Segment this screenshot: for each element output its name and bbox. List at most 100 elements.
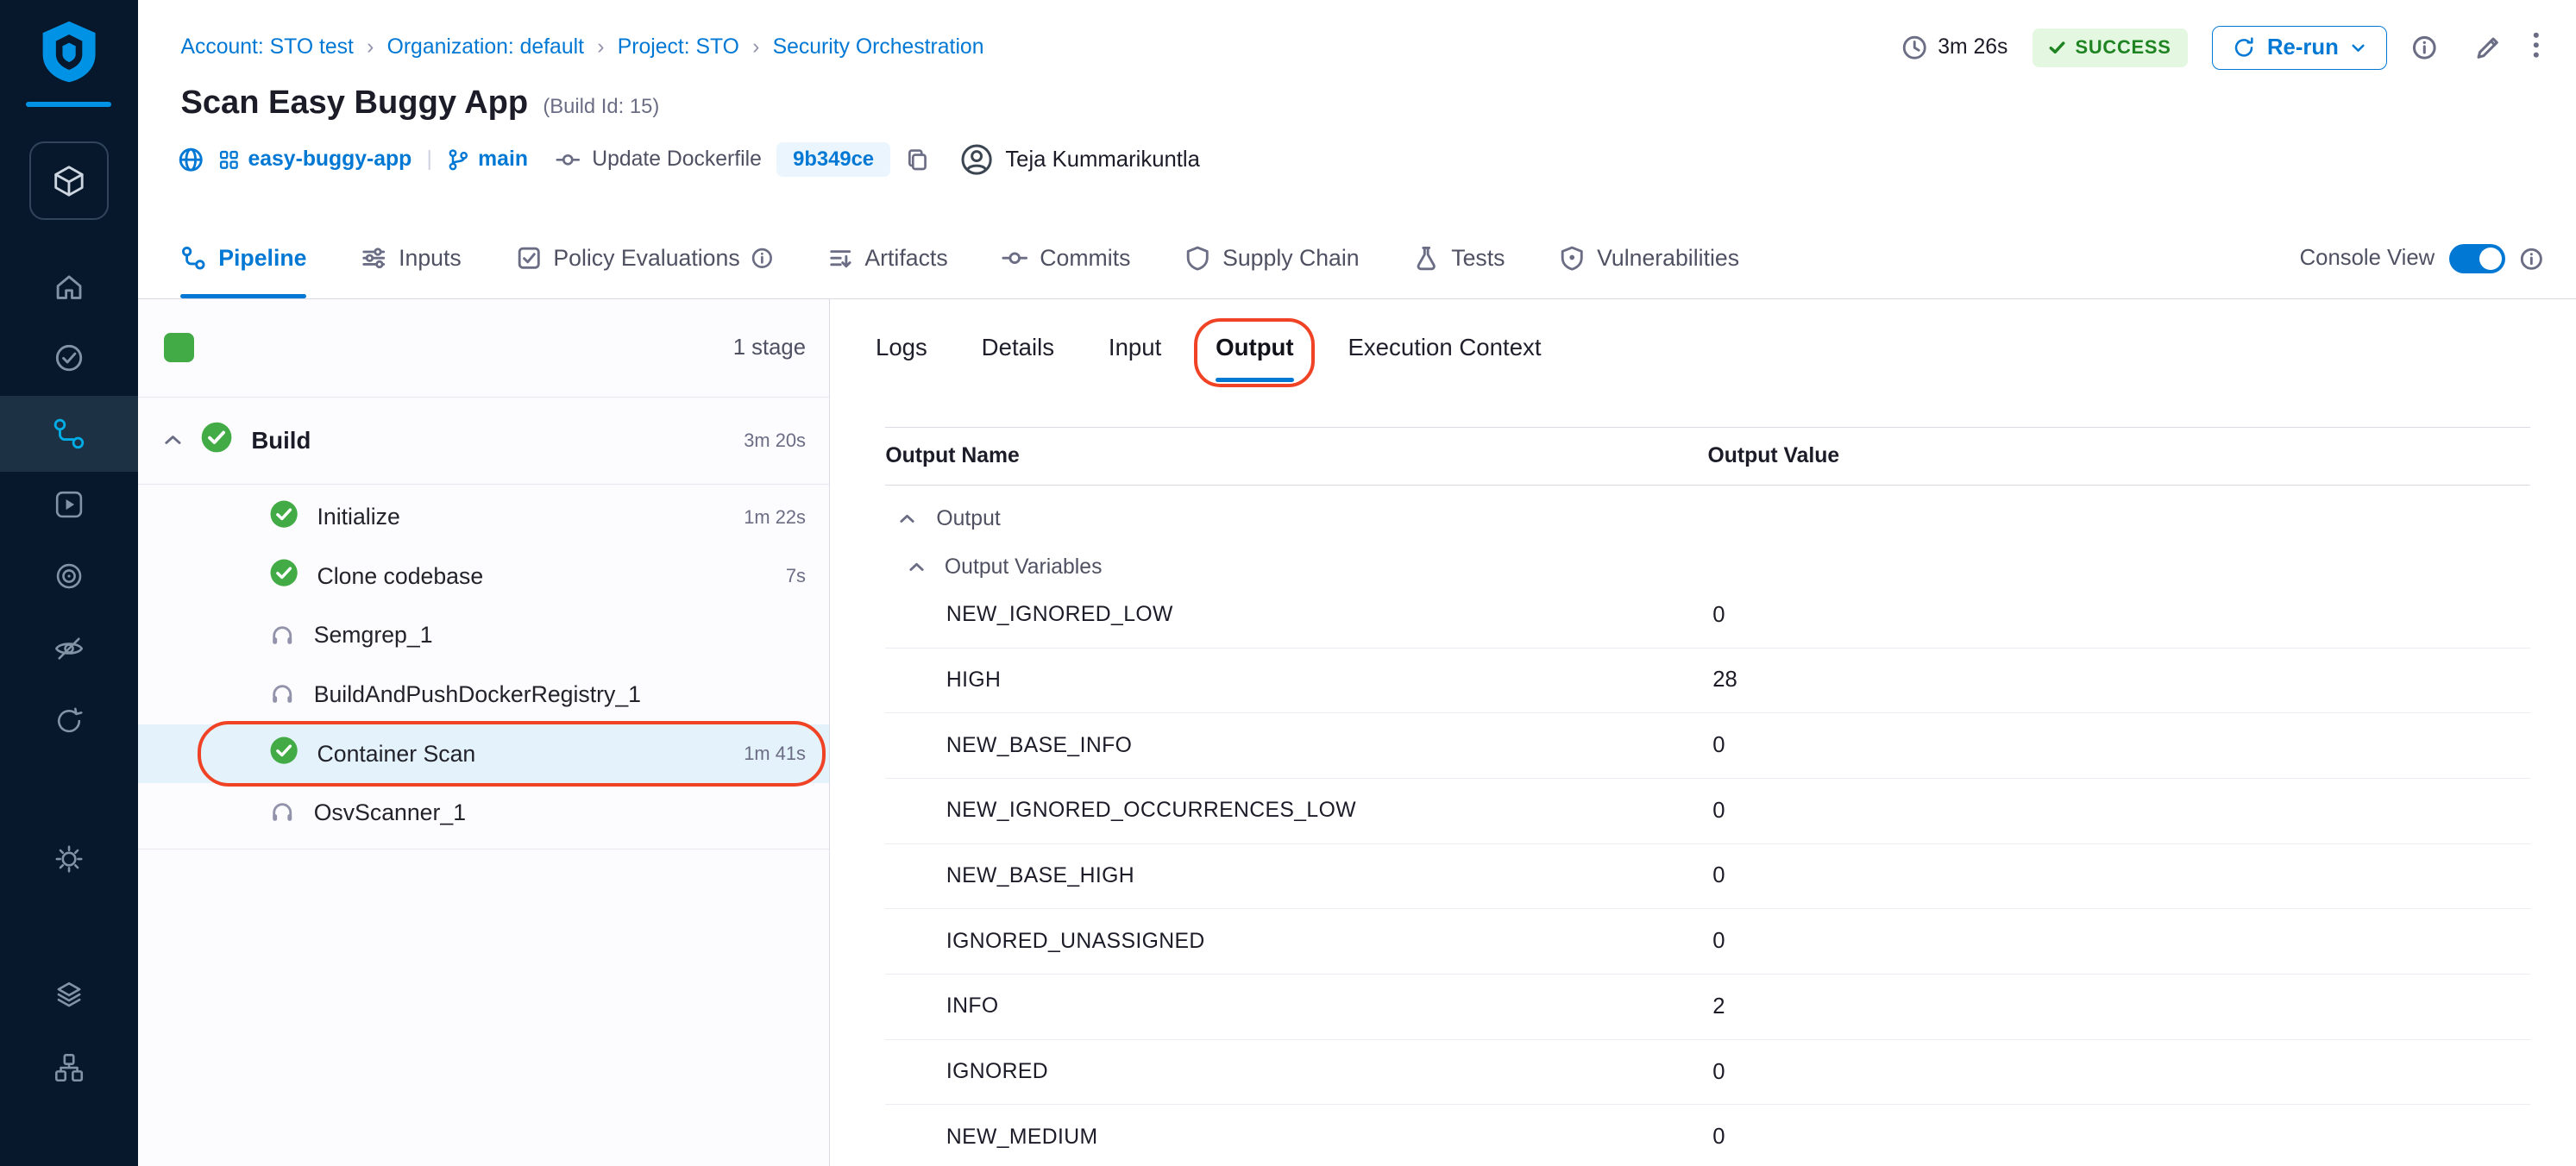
toggle-knob <box>2479 248 2503 271</box>
tab-label: Commits <box>1040 245 1130 272</box>
nav-home[interactable] <box>0 258 138 317</box>
breadcrumb-separator: › <box>597 35 604 60</box>
checkbox-icon <box>516 245 542 271</box>
commit-icon <box>556 147 581 172</box>
chevron-up-icon[interactable] <box>908 561 925 573</box>
globe-icon <box>178 147 204 172</box>
pipeline-tab-icon <box>180 245 206 271</box>
step-duration: 1m 22s <box>744 506 806 529</box>
output-value: 0 <box>1708 733 2530 758</box>
tab-execution-context[interactable]: Execution Context <box>1348 334 1541 383</box>
build-id: (Build Id: 15) <box>543 95 659 119</box>
tab-output[interactable]: Output <box>1216 334 1293 383</box>
collapse-chevron-icon[interactable] <box>163 434 183 447</box>
output-name: NEW_MEDIUM <box>885 1125 1707 1150</box>
branch-link[interactable]: main <box>447 147 528 172</box>
step-success-icon <box>269 736 298 772</box>
nav-deployments[interactable] <box>0 329 138 388</box>
rerun-button[interactable]: Re-run <box>2212 26 2387 69</box>
tab-label: Inputs <box>399 245 462 272</box>
tab-vulnerabilities[interactable]: Vulnerabilities <box>1559 218 1739 298</box>
nav-resources[interactable] <box>0 966 138 1025</box>
breadcrumb-organization[interactable]: Organization: default <box>387 35 584 60</box>
artifacts-list-icon <box>827 245 853 271</box>
tab-commits[interactable]: Commits <box>1002 218 1130 298</box>
repo-link[interactable]: easy-buggy-app <box>218 147 412 172</box>
breadcrumb-module[interactable]: Security Orchestration <box>773 35 984 60</box>
output-row: NEW_IGNORED_LOW 0 <box>885 583 2529 649</box>
layers-icon <box>53 979 85 1012</box>
tab-inputs[interactable]: Inputs <box>361 218 461 298</box>
commit-icon <box>1002 245 1027 271</box>
nav-executions[interactable] <box>0 474 138 534</box>
left-nav-rail <box>0 0 138 1166</box>
step-row[interactable]: Clone codebase 7s <box>138 547 829 606</box>
output-name: NEW_IGNORED_OCCURRENCES_LOW <box>885 799 1707 823</box>
module-selector-button[interactable] <box>29 141 108 220</box>
stage-status-square <box>164 333 193 362</box>
output-variables-group-row[interactable]: Output Variables <box>885 534 2529 583</box>
tab-supply-chain[interactable]: Supply Chain <box>1184 218 1359 298</box>
tab-details[interactable]: Details <box>982 334 1054 383</box>
output-value: 2 <box>1708 994 2530 1019</box>
tab-pipeline[interactable]: Pipeline <box>180 218 306 298</box>
tab-label: Tests <box>1451 245 1505 272</box>
status-text: SUCCESS <box>2075 36 2171 59</box>
nav-security-tests[interactable] <box>0 619 138 679</box>
breadcrumb-account[interactable]: Account: STO test <box>180 35 353 60</box>
copy-sha-button[interactable] <box>905 147 930 172</box>
nav-pipelines-active[interactable] <box>0 396 138 472</box>
stage-row-build[interactable]: Build 3m 20s <box>138 398 829 485</box>
breadcrumb-project[interactable]: Project: STO <box>618 35 739 60</box>
step-success-icon <box>269 558 298 594</box>
step-name: Semgrep_1 <box>314 622 788 649</box>
step-name: BuildAndPushDockerRegistry_1 <box>314 681 788 708</box>
output-name: NEW_BASE_INFO <box>885 734 1707 758</box>
info-icon <box>751 248 773 269</box>
output-row: NEW_BASE_INFO 0 <box>885 713 2529 779</box>
execution-header: Account: STO test › Organization: defaul… <box>138 0 2576 218</box>
output-value: 0 <box>1708 1125 2530 1150</box>
info-icon <box>2520 248 2543 271</box>
step-name: Clone codebase <box>317 563 768 590</box>
tab-tests[interactable]: Tests <box>1413 218 1505 298</box>
execution-tabbar: Pipeline Inputs Policy Evaluations Artif… <box>138 218 2576 298</box>
commit-sha-chip[interactable]: 9b349ce <box>776 142 890 176</box>
nav-chaos[interactable] <box>0 692 138 751</box>
tab-artifacts[interactable]: Artifacts <box>827 218 948 298</box>
nav-organizations[interactable] <box>0 1038 138 1098</box>
nav-targets[interactable] <box>0 547 138 606</box>
output-rows: NEW_IGNORED_LOW 0 HIGH 28 NEW_BASE_INFO … <box>885 583 2529 1166</box>
copy-icon <box>905 147 930 172</box>
harness-logo[interactable] <box>36 18 102 84</box>
step-detail-panel: Logs Details Input Output Execution Cont… <box>830 299 2576 1166</box>
output-row: NEW_BASE_HIGH 0 <box>885 844 2529 910</box>
output-row: IGNORED 0 <box>885 1040 2529 1106</box>
edit-pipeline-button[interactable] <box>2474 34 2502 61</box>
nav-settings[interactable] <box>0 830 138 889</box>
step-not-run-icon <box>269 799 295 825</box>
step-row[interactable]: BuildAndPushDockerRegistry_1 <box>138 665 829 724</box>
info-button[interactable] <box>2412 35 2437 60</box>
step-row[interactable]: Semgrep_1 <box>138 606 829 666</box>
step-name: Container Scan <box>317 741 726 768</box>
step-row[interactable]: Initialize 1m 22s <box>138 488 829 548</box>
more-options-button[interactable] <box>2533 32 2540 64</box>
step-row[interactable]: OsvScanner_1 <box>138 783 829 843</box>
output-value: 0 <box>1708 799 2530 824</box>
success-check-icon <box>2049 41 2065 55</box>
chevron-up-icon[interactable] <box>899 513 915 524</box>
step-row[interactable]: Container Scan 1m 41s <box>138 724 829 784</box>
tab-label: Policy Evaluations <box>553 245 739 272</box>
output-group-row[interactable]: Output <box>885 486 2529 535</box>
step-not-run-icon <box>269 623 295 649</box>
console-view-toggle[interactable] <box>2449 244 2505 273</box>
column-output-name: Output Name <box>885 444 1707 468</box>
branch-icon <box>447 148 470 172</box>
tab-logs[interactable]: Logs <box>876 334 927 383</box>
step-name: OsvScanner_1 <box>314 799 788 826</box>
tab-label: Pipeline <box>218 245 306 272</box>
tab-policy-evaluations[interactable]: Policy Evaluations <box>516 218 773 298</box>
tab-input[interactable]: Input <box>1109 334 1161 383</box>
output-row: HIGH 28 <box>885 649 2529 714</box>
